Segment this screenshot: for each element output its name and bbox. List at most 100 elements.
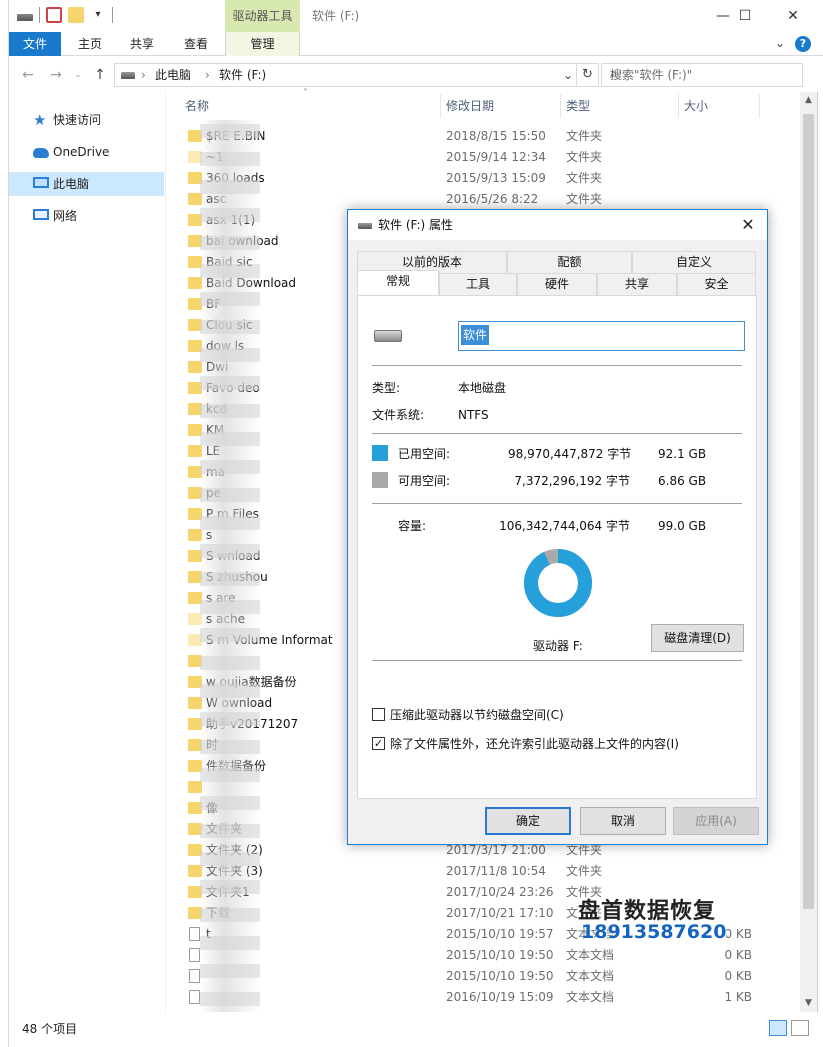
large-icons-view-icon[interactable]: [791, 1020, 809, 1036]
window-title: 软件 (F:): [312, 9, 360, 23]
folder-icon: [188, 466, 202, 478]
breadcrumb-this-pc[interactable]: 此电脑: [155, 64, 191, 86]
tab-customize[interactable]: 自定义: [632, 251, 756, 273]
sidebar-item-label: 此电脑: [53, 177, 90, 191]
vertical-scrollbar[interactable]: ▲ ▼: [800, 92, 817, 1012]
disk-usage-donut-chart: [524, 549, 592, 617]
sidebar-item-this-pc[interactable]: 此电脑: [9, 172, 164, 196]
tab-view[interactable]: 查看: [172, 32, 220, 56]
tab-hardware[interactable]: 硬件: [517, 273, 597, 295]
compress-drive-checkbox[interactable]: [372, 708, 385, 721]
disk-cleanup-button[interactable]: 磁盘清理(D): [651, 624, 744, 652]
column-header-date[interactable]: 修改日期: [446, 92, 494, 120]
table-row[interactable]: 文件夹 (3) 2017/11/8 10:54 文件夹: [176, 861, 766, 882]
filesystem-label: 文件系统:: [372, 408, 425, 422]
file-name: Baid sic: [206, 255, 253, 269]
type-value: 本地磁盘: [458, 381, 507, 395]
table-row[interactable]: 2016/10/19 15:09 文本文档 1 KB: [176, 987, 766, 1008]
sidebar-item-onedrive[interactable]: OneDrive: [9, 140, 164, 164]
tab-general[interactable]: 常规: [357, 270, 439, 295]
table-row[interactable]: ~1 2015/9/14 12:34 文件夹: [176, 147, 766, 168]
table-row[interactable]: 下载 2017/10/21 17:10 文件夹: [176, 903, 766, 924]
file-name: 下载: [206, 906, 231, 920]
file-date: 2016/5/26 8:22: [446, 192, 539, 206]
breadcrumb-chevron-icon[interactable]: ›: [141, 64, 146, 86]
refresh-icon[interactable]: ↻: [576, 64, 598, 86]
free-space-label: 可用空间:: [398, 474, 451, 488]
column-divider[interactable]: [678, 94, 679, 118]
scroll-down-icon[interactable]: ▼: [800, 995, 817, 1012]
folder-icon: [188, 382, 202, 394]
file-type: 文本文档: [566, 969, 615, 983]
column-header-type[interactable]: 类型: [566, 92, 590, 120]
tab-manage[interactable]: 管理: [225, 32, 300, 56]
tab-file[interactable]: 文件: [9, 32, 61, 56]
details-view-icon[interactable]: [769, 1020, 787, 1036]
folder-icon: [188, 319, 202, 331]
breadcrumb-drive[interactable]: 软件 (F:): [219, 64, 266, 86]
table-row[interactable]: asc 2016/5/26 8:22 文件夹: [176, 189, 766, 210]
properties-icon[interactable]: [46, 7, 62, 23]
index-contents-checkbox[interactable]: ✓: [372, 737, 385, 750]
cancel-button[interactable]: 取消: [580, 807, 666, 835]
file-date: 2015/10/10 19:50: [446, 948, 554, 962]
scrollbar-thumb[interactable]: [803, 114, 814, 909]
file-name: KM: [206, 423, 225, 437]
new-folder-icon[interactable]: [68, 7, 84, 23]
back-button[interactable]: ←: [17, 65, 39, 85]
maximize-button[interactable]: ☐: [723, 0, 767, 32]
close-icon[interactable]: ✕: [733, 210, 763, 240]
table-row[interactable]: t 2015/10/10 19:57 文本文档 0 KB: [176, 924, 766, 945]
customize-chevron-icon[interactable]: ▾: [90, 7, 106, 23]
tab-tools[interactable]: 工具: [439, 273, 517, 295]
recent-locations-chevron-icon[interactable]: ⌄: [67, 65, 89, 85]
search-icon[interactable]: ⌕: [610, 64, 796, 86]
tab-home[interactable]: 主页: [67, 32, 113, 56]
scroll-up-icon[interactable]: ▲: [800, 92, 817, 109]
sidebar-item-network[interactable]: 网络: [9, 204, 164, 228]
address-dropdown-icon[interactable]: ⌄: [563, 64, 573, 86]
search-input[interactable]: 搜索"软件 (F:)" ⌕: [601, 63, 803, 87]
up-button[interactable]: ↑: [89, 65, 111, 85]
file-type: 文件夹: [566, 171, 603, 185]
sidebar-item-quick-access[interactable]: ★ 快速访问: [9, 108, 164, 132]
text-file-icon: [189, 969, 200, 983]
volume-label-input[interactable]: 软件: [458, 321, 745, 351]
folder-icon: [188, 361, 202, 373]
tab-share[interactable]: 共享: [119, 32, 165, 56]
column-header-name[interactable]: 名称: [185, 92, 209, 120]
index-contents-label[interactable]: 除了文件属性外，还允许索引此驱动器上文件的内容(I): [390, 735, 679, 752]
file-size: 0 KB: [724, 969, 752, 983]
drive-icon: [358, 223, 372, 229]
table-row[interactable]: 2015/10/10 19:50 文本文档 0 KB: [176, 945, 766, 966]
file-date: 2018/8/15 15:50: [446, 129, 546, 143]
tab-security[interactable]: 安全: [677, 273, 756, 295]
table-row[interactable]: 2015/10/10 19:50 文本文档 0 KB: [176, 966, 766, 987]
close-button[interactable]: ✕: [771, 0, 815, 32]
tab-quota[interactable]: 配额: [507, 251, 632, 273]
file-type: 文本文档: [566, 990, 615, 1004]
file-date: 2017/10/21 17:10: [446, 906, 554, 920]
apply-button[interactable]: 应用(A): [673, 807, 759, 835]
breadcrumb-chevron-icon[interactable]: ›: [205, 64, 210, 86]
folder-icon: [188, 298, 202, 310]
table-row[interactable]: 文件夹1 2017/10/24 23:26 文件夹: [176, 882, 766, 903]
tab-sharing[interactable]: 共享: [597, 273, 677, 295]
address-bar[interactable]: › 此电脑 › 软件 (F:) ⌄ ↻: [114, 63, 599, 87]
free-space-swatch: [372, 472, 388, 488]
help-icon[interactable]: ?: [795, 36, 811, 52]
table-row[interactable]: $RE E.BIN 2018/8/15 15:50 文件夹: [176, 126, 766, 147]
column-header-size[interactable]: 大小: [684, 92, 708, 120]
column-divider[interactable]: [560, 94, 561, 118]
ok-button[interactable]: 确定: [485, 807, 571, 835]
column-divider[interactable]: [759, 94, 760, 118]
compress-drive-label[interactable]: 压缩此驱动器以节约磁盘空间(C): [390, 706, 564, 723]
forward-button[interactable]: →: [45, 65, 67, 85]
properties-dialog: 软件 (F:) 属性 ✕ 以前的版本 配额 自定义 常规 工具 硬件 共享 安全…: [347, 209, 768, 845]
table-row[interactable]: 360 loads 2015/9/13 15:09 文件夹: [176, 168, 766, 189]
folder-icon: [188, 592, 202, 604]
sidebar-item-label: 网络: [53, 209, 78, 223]
file-name: 文件夹 (3): [206, 864, 263, 878]
expand-ribbon-chevron-icon[interactable]: ⌄: [775, 36, 785, 50]
column-divider[interactable]: [440, 94, 441, 118]
